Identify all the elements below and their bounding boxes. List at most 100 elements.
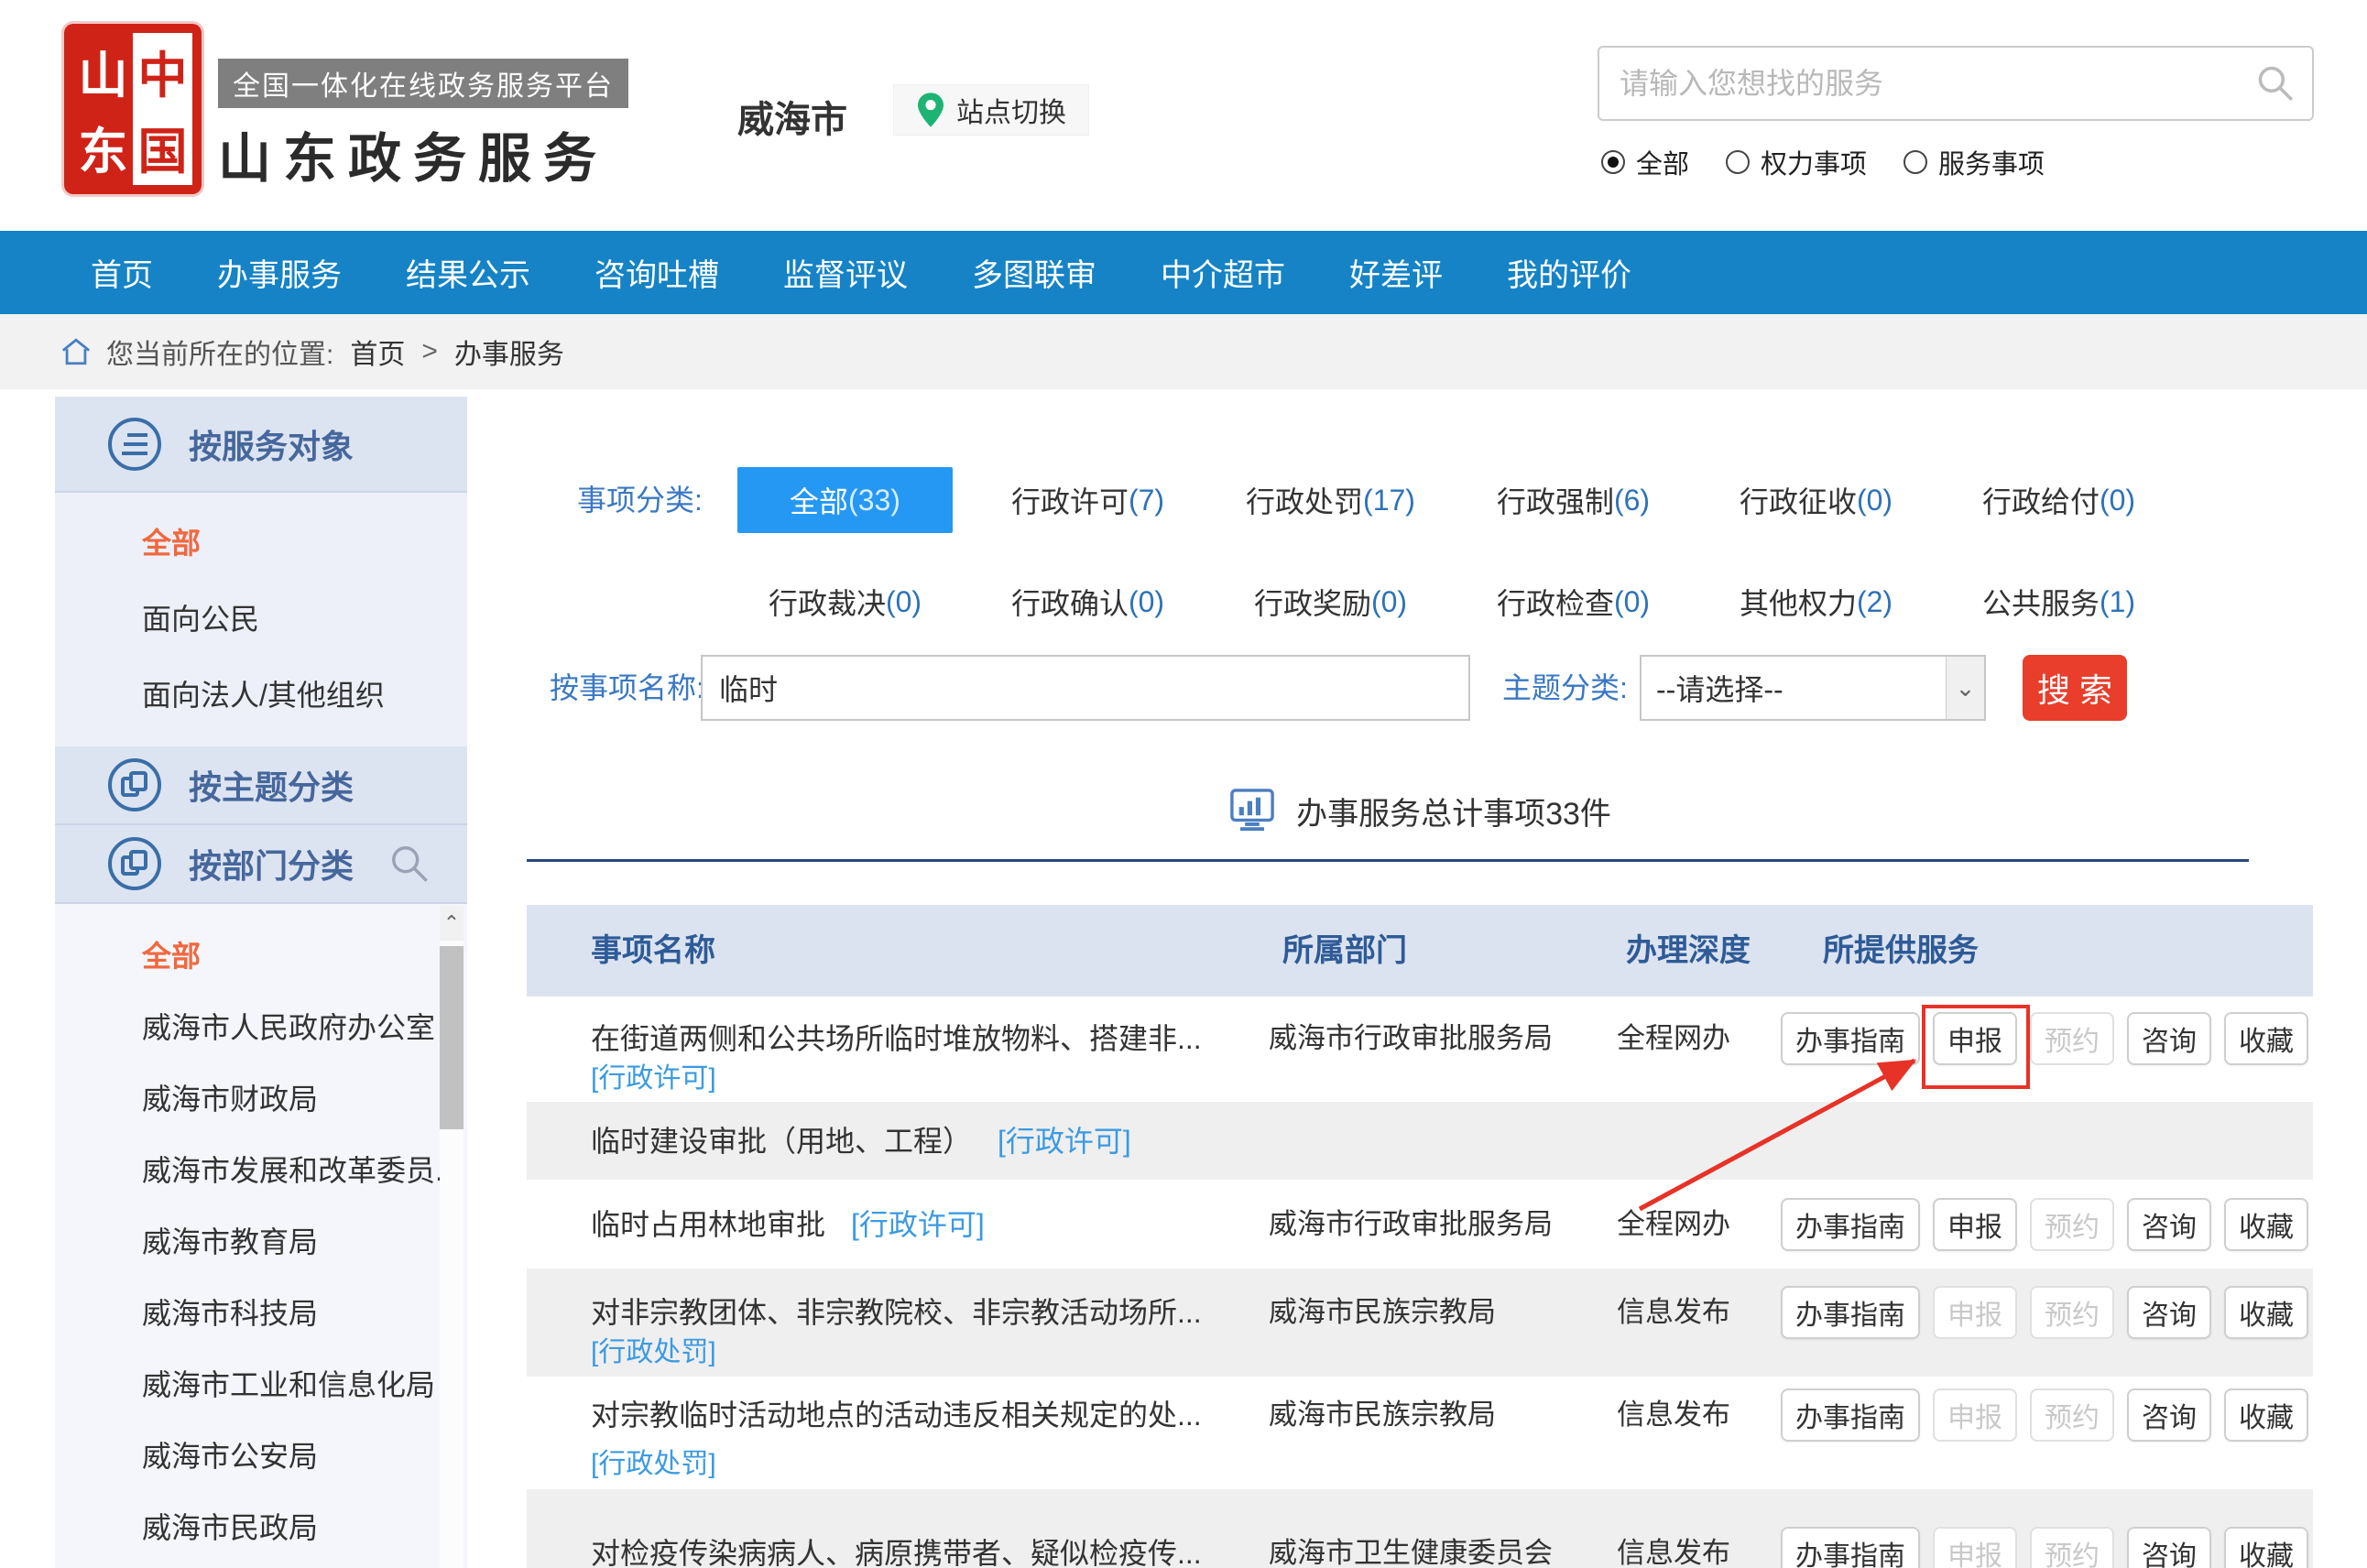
consult-button[interactable]: 咨询 [2127,1388,2211,1442]
category-tab-count: (7) [1129,484,1164,517]
category-tab[interactable]: 全部(33) [737,467,953,533]
apply-button: 申报 [1933,1388,2017,1442]
topic-select[interactable]: --请选择-- ⌄ [1640,655,1986,721]
radio-icon[interactable] [1903,150,1927,174]
consult-button[interactable]: 咨询 [2127,1012,2211,1065]
item-department: 威海市卫生健康委员会 [1269,1533,1589,1568]
category-tab-count: (0) [1857,484,1893,517]
item-depth: 全程网办 [1617,1018,1782,1059]
department-item[interactable]: 威海市工业和信息化局 [55,1349,467,1421]
item-name-link[interactable]: 对检疫传染病病人、病原携带者、疑似检疫传... [591,1533,1202,1568]
category-tab[interactable]: 其他权力(2) [1695,569,1937,635]
nav-item[interactable]: 我的评价 [1475,250,1663,295]
book-button: 预约 [2030,1527,2114,1568]
item-name-input[interactable] [701,655,1470,721]
category-tab-label: 行政裁决 [769,581,886,623]
scrollbar-up-arrow[interactable]: ⌃ [440,906,464,941]
table-header-cell: 所属部门 [1282,905,1407,996]
stats-monitor-icon [1228,787,1276,834]
category-tab[interactable]: 行政处罚(17) [1209,467,1452,533]
category-tab[interactable]: 行政奖励(0) [1209,569,1452,635]
guide-button[interactable]: 办事指南 [1781,1388,1920,1442]
search-scope-label: 全部 [1636,143,1689,181]
department-list-panel: 全部威海市人民政府办公室威海市财政局威海市发展和改革委员...威海市教育局威海市… [55,904,467,1568]
item-name-link[interactable]: 临时建设审批（用地、工程）[行政许可] [591,1121,1131,1161]
department-item[interactable]: 威海市科技局 [55,1278,467,1349]
items-table: 事项名称所属部门办理深度所提供服务 在街道两侧和公共场所临时堆放物料、搭建非..… [527,905,2313,1568]
guide-button[interactable]: 办事指南 [1781,1527,1920,1568]
breadcrumb-current[interactable]: 办事服务 [454,332,564,372]
item-name-link[interactable]: 在街道两侧和公共场所临时堆放物料、搭建非... [591,1018,1202,1059]
nav-item[interactable]: 好差评 [1317,250,1475,295]
home-icon [60,337,92,366]
department-item[interactable]: 威海市人民政府办公室 [55,992,467,1063]
item-name-link[interactable]: 对宗教临时活动地点的活动违反相关规定的处... [591,1395,1202,1435]
item-category-tag: [行政许可] [591,1061,716,1097]
favorite-button[interactable]: 收藏 [2224,1286,2308,1339]
department-search-icon[interactable] [388,843,431,885]
service-target-list: 全部面向公民面向法人/其他组织 [55,493,467,746]
favorite-button[interactable]: 收藏 [2224,1388,2308,1442]
breadcrumb-separator: > [421,336,438,367]
book-button: 预约 [2030,1388,2114,1442]
sidebar-item[interactable]: 面向公民 [55,582,467,658]
nav-item[interactable]: 咨询吐槽 [562,250,751,295]
sidebar-section-service-target[interactable]: 按服务对象 [55,397,467,493]
global-search-input[interactable] [1599,48,2255,119]
department-item[interactable]: 威海市财政局 [55,1063,467,1135]
apply-button[interactable]: 申报 [1933,1012,2017,1065]
category-tab[interactable]: 行政确认(0) [966,569,1209,635]
sidebar-item[interactable]: 面向法人/其他组织 [55,658,467,734]
item-name-link[interactable]: 对非宗教团体、非宗教院校、非宗教活动场所... [591,1292,1202,1333]
category-tab[interactable]: 行政强制(6) [1452,467,1695,533]
nav-item[interactable]: 结果公示 [374,250,562,295]
nav-item[interactable]: 中介超市 [1129,250,1317,295]
guide-button[interactable]: 办事指南 [1781,1198,1920,1251]
consult-button[interactable]: 咨询 [2127,1527,2211,1568]
category-tab-label: 行政奖励 [1254,581,1371,623]
department-item[interactable]: 威海市教育局 [55,1206,467,1278]
favorite-button[interactable]: 收藏 [2224,1198,2308,1251]
department-item[interactable]: 威海市发展和改革委员... [55,1135,467,1206]
consult-button[interactable]: 咨询 [2127,1198,2211,1251]
favorite-button[interactable]: 收藏 [2224,1012,2308,1065]
guide-button[interactable]: 办事指南 [1781,1286,1920,1339]
favorite-button[interactable]: 收藏 [2224,1527,2308,1568]
search-scope-option[interactable]: 权力事项 [1726,143,1867,181]
seal-char: 东 [73,109,133,185]
radio-icon[interactable] [1726,150,1750,174]
nav-item[interactable]: 多图联审 [940,250,1129,295]
department-item[interactable]: 威海市民政局 [55,1492,467,1563]
item-department: 威海市行政审批服务局 [1269,1204,1589,1245]
item-depth: 信息发布 [1617,1533,1782,1568]
category-tab[interactable]: 行政许可(7) [966,467,1209,533]
nav-item[interactable]: 办事服务 [185,250,374,295]
guide-button[interactable]: 办事指南 [1781,1012,1920,1065]
category-tab[interactable]: 公共服务(1) [1937,569,2180,635]
search-icon[interactable] [2255,63,2296,103]
apply-button[interactable]: 申报 [1933,1198,2017,1251]
category-tab[interactable]: 行政征收(0) [1695,467,1937,533]
site-header: 山 中 东 国 全国一体化在线政务服务平台 山东政务服务 威海市 站点切换 [0,0,2367,231]
sidebar-section-theme[interactable]: 按主题分类 [55,746,467,825]
sidebar-section-department[interactable]: 按部门分类 [55,825,467,904]
department-item[interactable]: 威海市公安局 [55,1421,467,1492]
nav-item[interactable]: 首页 [59,250,185,295]
nav-item[interactable]: 监督评议 [751,250,940,295]
department-item[interactable]: 全部 [55,920,467,992]
consult-button[interactable]: 咨询 [2127,1286,2211,1339]
category-tab[interactable]: 行政给付(0) [1937,467,2180,533]
radio-icon[interactable] [1601,150,1625,174]
breadcrumb-home-link[interactable]: 首页 [350,332,405,372]
site-switch-button[interactable]: 站点切换 [893,84,1089,136]
category-tab-count: (2) [1857,585,1893,619]
category-tab[interactable]: 行政检查(0) [1452,569,1695,635]
search-scope-option[interactable]: 服务事项 [1903,143,2045,181]
item-category-tag: [行政处罚] [591,1334,716,1371]
item-name-link[interactable]: 临时占用林地审批[行政许可] [591,1204,985,1245]
scrollbar-thumb[interactable] [440,946,464,1129]
search-scope-option[interactable]: 全部 [1601,143,1689,181]
search-button[interactable]: 搜 索 [2023,655,2127,721]
category-tab[interactable]: 行政裁决(0) [724,569,966,635]
sidebar-item[interactable]: 全部 [55,506,467,582]
